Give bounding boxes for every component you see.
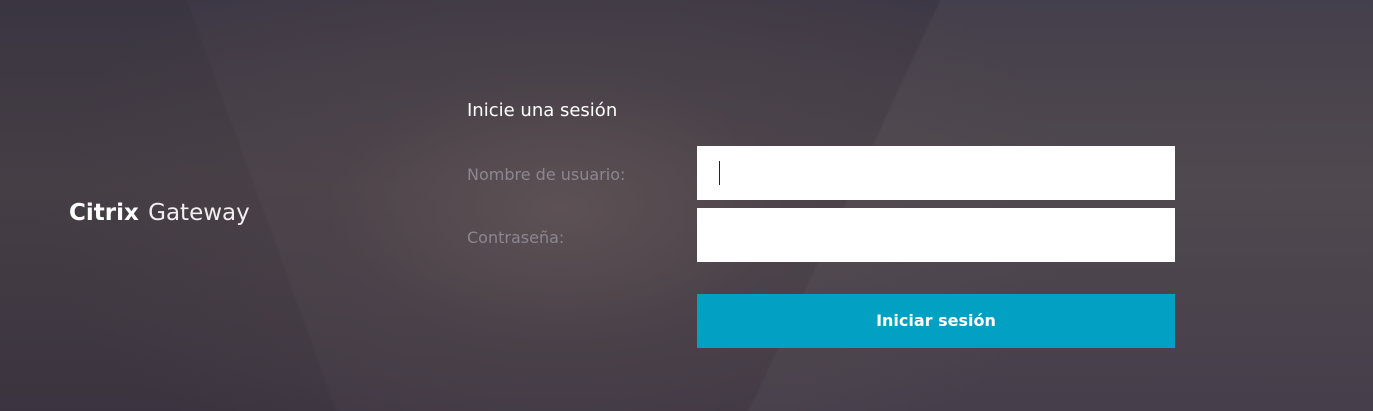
text-cursor: [719, 161, 720, 185]
brand-logo: Citrix Gateway: [69, 197, 250, 229]
login-title: Inicie una sesión: [467, 100, 618, 121]
username-input[interactable]: [697, 146, 1175, 200]
login-button[interactable]: Iniciar sesión: [697, 294, 1175, 348]
brand-name-light: Gateway: [148, 200, 250, 226]
password-input[interactable]: [697, 208, 1175, 262]
password-label: Contraseña:: [467, 228, 565, 247]
username-label: Nombre de usuario:: [467, 165, 626, 184]
brand-name-strong: Citrix: [69, 200, 139, 226]
